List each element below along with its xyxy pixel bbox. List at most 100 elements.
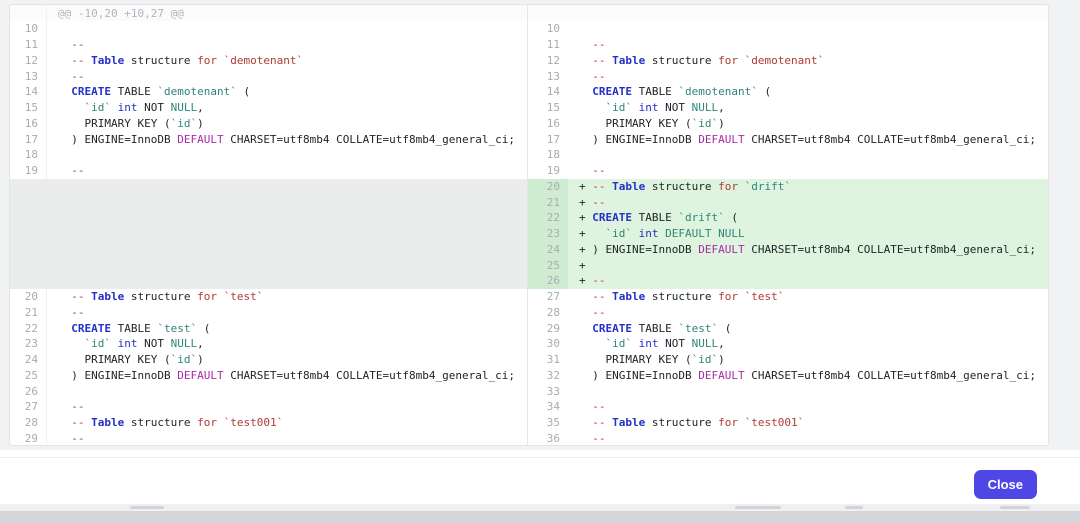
line-number: 15: [527, 100, 568, 116]
line-number: [10, 226, 47, 242]
code-line: [47, 257, 527, 273]
code-line: --: [568, 399, 1048, 415]
code-line: + --: [568, 194, 1048, 210]
line-number: 28: [527, 305, 568, 321]
code-line: `id` int NOT NULL,: [568, 336, 1048, 352]
code-line: `id` int NOT NULL,: [568, 100, 1048, 116]
line-number: 23: [527, 226, 568, 242]
line-number: 12: [10, 53, 47, 69]
hunk-header-row: @@ -10,20 +10,27 @@: [10, 5, 1048, 21]
code-line: [47, 273, 527, 289]
code-line: --: [47, 399, 527, 415]
line-number: 15: [10, 100, 47, 116]
line-number: 19: [527, 163, 568, 179]
code-line: CREATE TABLE `test` (: [568, 320, 1048, 336]
code-line: CREATE TABLE `test` (: [47, 320, 527, 336]
line-number: 14: [527, 84, 568, 100]
close-button[interactable]: Close: [974, 470, 1037, 499]
line-number: [10, 242, 47, 258]
line-number: 26: [527, 273, 568, 289]
code-line: + ) ENGINE=InnoDB DEFAULT CHARSET=utf8mb…: [568, 242, 1048, 258]
code-line: [47, 383, 527, 399]
code-line: --: [47, 431, 527, 447]
diff-row: 26+ --: [10, 273, 1048, 289]
line-number: [10, 257, 47, 273]
code-line: ) ENGINE=InnoDB DEFAULT CHARSET=utf8mb4 …: [568, 368, 1048, 384]
diff-row: 22+ CREATE TABLE `drift` (: [10, 210, 1048, 226]
line-number: 27: [10, 399, 47, 415]
code-line: [568, 21, 1048, 37]
line-number: 24: [10, 352, 47, 368]
line-number: 18: [10, 147, 47, 163]
code-line: ) ENGINE=InnoDB DEFAULT CHARSET=utf8mb4 …: [47, 368, 527, 384]
line-number: 13: [527, 68, 568, 84]
line-number: 20: [10, 289, 47, 305]
line-number: 26: [10, 383, 47, 399]
hunk-gutter-left: [10, 5, 47, 21]
line-number: 25: [527, 257, 568, 273]
diff-row: 21 --28 --: [10, 305, 1048, 321]
code-line: -- Table structure for `test001`: [47, 415, 527, 431]
code-line: --: [568, 431, 1048, 447]
line-number: 18: [527, 147, 568, 163]
diff-row: 10 10: [10, 21, 1048, 37]
code-line: -- Table structure for `demotenant`: [47, 53, 527, 69]
line-number: 30: [527, 336, 568, 352]
line-number: 12: [527, 53, 568, 69]
diff-row: 28 -- Table structure for `test001`35 --…: [10, 415, 1048, 431]
dimmed-text-smudge: [1000, 506, 1030, 509]
line-number: 28: [10, 415, 47, 431]
code-line: -- Table structure for `test`: [47, 289, 527, 305]
code-line: [47, 147, 527, 163]
line-number: 31: [527, 352, 568, 368]
line-number: [10, 179, 47, 195]
modal-footer: Close: [0, 457, 1080, 504]
code-line: PRIMARY KEY (`id`): [568, 352, 1048, 368]
code-line: CREATE TABLE `demotenant` (: [47, 84, 527, 100]
code-line: + -- Table structure for `drift`: [568, 179, 1048, 195]
diff-row: 17 ) ENGINE=InnoDB DEFAULT CHARSET=utf8m…: [10, 131, 1048, 147]
line-number: 10: [10, 21, 47, 37]
diff-row: 1818: [10, 147, 1048, 163]
background-page-strip: [0, 504, 1080, 511]
diff-modal-body: @@ -10,20 +10,27 @@ 101011 --11 --12 -- …: [0, 0, 1080, 450]
line-number: 36: [527, 431, 568, 447]
diff-row: 21+ --: [10, 194, 1048, 210]
diff-row: 23 `id` int NOT NULL,30 `id` int NOT NUL…: [10, 336, 1048, 352]
line-number: 29: [10, 431, 47, 447]
code-line: [47, 21, 527, 37]
line-number: 16: [10, 116, 47, 132]
diff-row: 27 --34 --: [10, 399, 1048, 415]
code-line: -- Table structure for `demotenant`: [568, 53, 1048, 69]
line-number: 17: [527, 131, 568, 147]
line-number: 33: [527, 383, 568, 399]
diff-row: 14 CREATE TABLE `demotenant` (14 CREATE …: [10, 84, 1048, 100]
code-line: -- Table structure for `test`: [568, 289, 1048, 305]
code-line: [47, 179, 527, 195]
code-line: [47, 242, 527, 258]
code-line: --: [47, 305, 527, 321]
diff-row: 23+ `id` int DEFAULT NULL: [10, 226, 1048, 242]
dimmed-text-smudge: [735, 506, 781, 509]
code-line: + `id` int DEFAULT NULL: [568, 226, 1048, 242]
diff-viewer[interactable]: @@ -10,20 +10,27 @@ 101011 --11 --12 -- …: [9, 4, 1049, 446]
line-number: 10: [527, 21, 568, 37]
dimmed-text-smudge: [845, 506, 863, 509]
code-line: [568, 383, 1048, 399]
background-page-band: [0, 511, 1080, 523]
line-number: 34: [527, 399, 568, 415]
line-number: 21: [527, 194, 568, 210]
code-line: [568, 147, 1048, 163]
diff-row: 19 --19 --: [10, 163, 1048, 179]
code-line: PRIMARY KEY (`id`): [47, 352, 527, 368]
code-line: `id` int NOT NULL,: [47, 336, 527, 352]
code-line: ) ENGINE=InnoDB DEFAULT CHARSET=utf8mb4 …: [568, 131, 1048, 147]
line-number: 21: [10, 305, 47, 321]
code-line: PRIMARY KEY (`id`): [568, 116, 1048, 132]
diff-row: 24+ ) ENGINE=InnoDB DEFAULT CHARSET=utf8…: [10, 242, 1048, 258]
diff-rows: 101011 --11 --12 -- Table structure for …: [10, 21, 1048, 446]
code-line: -- Table structure for `test001`: [568, 415, 1048, 431]
hunk-header-right: [568, 5, 1048, 21]
diff-row: 20+ -- Table structure for `drift`: [10, 179, 1048, 195]
code-line: --: [47, 163, 527, 179]
